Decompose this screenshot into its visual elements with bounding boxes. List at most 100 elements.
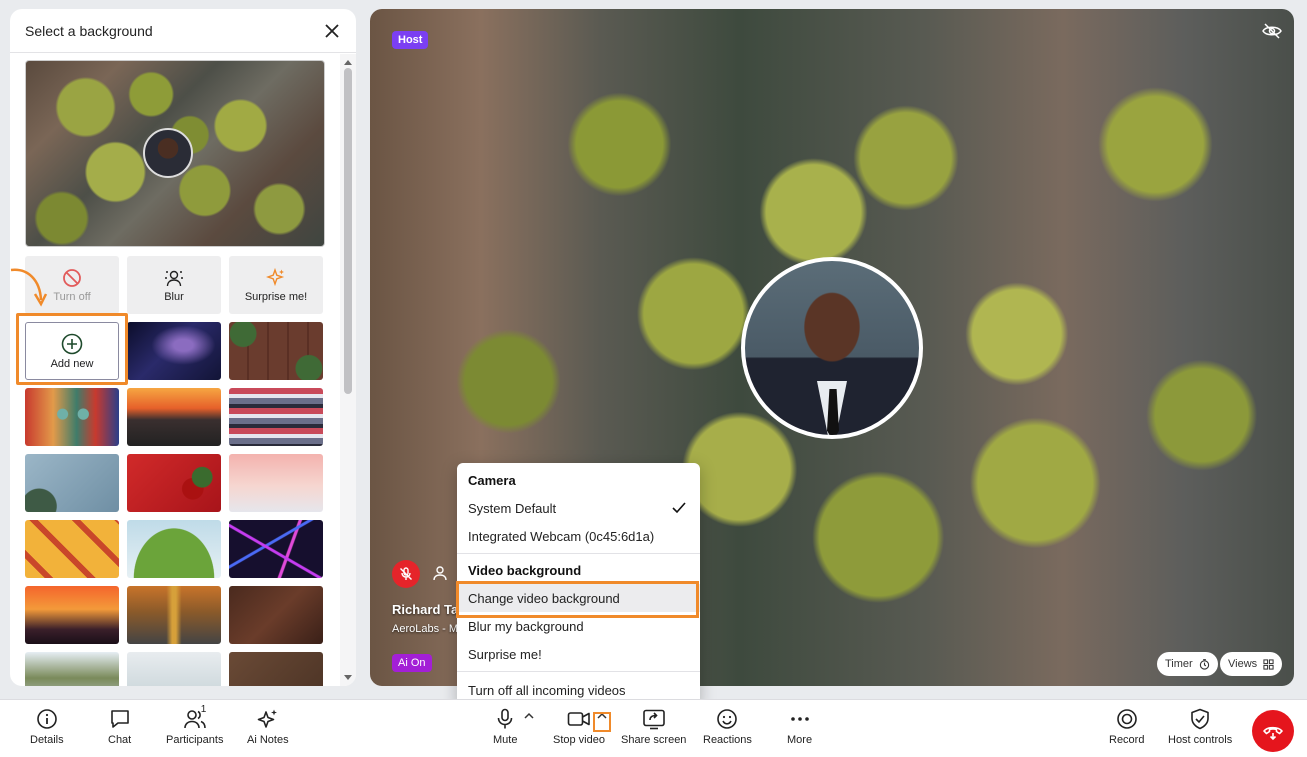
chat-label: Chat [108,734,132,746]
menu-divider [457,553,700,554]
camera-integrated-webcam-label: Integrated Webcam (0c45:6d1a) [468,528,655,544]
hide-self-view-button[interactable] [1262,23,1282,44]
eye-off-icon [1262,23,1282,39]
autumn-road-thumbnail[interactable] [127,586,221,644]
chat-button[interactable]: Chat [108,708,131,746]
smiley-icon [717,709,738,729]
annotation-arrow [10,268,48,307]
camera-section-title: Camera [468,473,516,488]
graffiti-face-thumbnail[interactable] [25,388,119,446]
reactions-label: Reactions [703,734,752,746]
blur-label: Blur [164,290,184,303]
palm-sunset-thumbnail[interactable] [25,586,119,644]
ai-badge: Ai On [392,654,432,672]
snow-trees-thumbnail[interactable] [127,652,221,686]
host-controls-label: Host controls [1168,734,1233,746]
share-screen-label: Share screen [621,734,687,746]
info-icon [37,709,57,729]
stop-video-label: Stop video [553,734,605,746]
share-screen-button[interactable]: Share screen [621,708,686,746]
pink-snow-thumbnail[interactable] [229,454,323,512]
views-label: Views [1228,658,1258,670]
preview-avatar [143,128,193,178]
mute-button[interactable]: Mute [493,708,517,746]
person-icon [432,565,448,586]
frosted-thumbnail[interactable] [25,454,119,512]
more-label: More [787,734,813,746]
sparkle-icon [266,267,285,286]
audio-options-caret[interactable] [524,712,534,723]
reactions-button[interactable]: Reactions [703,708,752,746]
menu-divider [457,671,700,672]
ai-notes-label: Ai Notes [247,734,289,746]
turn-off-incoming-videos-label: Turn off all incoming videos [468,682,626,698]
background-preview [25,60,325,247]
neon-lines-thumbnail[interactable] [229,520,323,578]
timer-button[interactable]: Timer [1157,652,1218,676]
meeting-toolbar: Details Chat 1 Participants Ai Notes Mut… [0,699,1307,757]
panel-header: Select a background [10,9,356,53]
shield-check-icon [1191,708,1209,730]
host-badge: Host [392,31,429,49]
galaxy-thumbnail[interactable] [127,322,221,380]
participants-button[interactable]: 1 Participants [166,704,224,746]
details-button[interactable]: Details [30,708,64,746]
muted-indicator [392,560,420,588]
wood-thumbnail[interactable] [229,322,323,380]
participants-label: Participants [166,734,224,746]
record-label: Record [1109,734,1145,746]
participants-count: 1 [200,704,207,715]
mic-off-icon [400,567,412,580]
participant-avatar [741,257,923,439]
checkmark-icon [672,502,686,514]
details-label: Details [30,734,64,746]
add-new-highlight [16,313,128,385]
record-button[interactable]: Record [1109,708,1144,746]
panel-scrollbar[interactable] [340,54,356,686]
red-berries-thumbnail[interactable] [127,454,221,512]
ai-notes-button[interactable]: Ai Notes [247,708,289,746]
close-button[interactable] [320,19,344,43]
camera-system-default-label: System Default [468,500,557,516]
dark-wood-thumbnail[interactable] [229,586,323,644]
end-call-button[interactable] [1252,710,1294,752]
grid-icon [1263,658,1274,670]
sparkle-icon [257,709,277,728]
surprise-tile[interactable]: Surprise me! [229,256,323,314]
green-hill-thumbnail[interactable] [127,520,221,578]
scroll-thumb[interactable] [344,68,352,394]
chat-icon [110,710,129,728]
lake-thumbnail[interactable] [25,652,119,686]
scroll-down-icon[interactable] [344,675,352,680]
record-icon [1116,709,1137,729]
blur-my-background-label: Blur my background [468,618,584,634]
camera-integrated-webcam[interactable]: Integrated Webcam (0c45:6d1a) [457,522,700,550]
host-controls-button[interactable]: Host controls [1168,708,1232,746]
chevron-up-icon [524,712,534,719]
change-background-highlight [456,581,699,618]
surprise-me-item[interactable]: Surprise me! [457,640,700,668]
camera-system-default[interactable]: System Default [457,494,700,522]
more-dots-icon [790,717,809,721]
participant-company: AeroLabs - M [392,623,459,635]
microphone-icon [497,708,513,729]
ban-icon [63,268,81,287]
mute-label: Mute [493,734,518,746]
video-background-section-title: Video background [468,563,582,578]
video-caret-highlight [593,712,611,732]
hang-up-icon [1263,726,1283,741]
panel-title: Select a background [25,22,153,39]
surprise-label: Surprise me! [244,290,308,303]
blur-person-icon [165,270,183,286]
more-button[interactable]: More [787,708,812,746]
graffiti-wall-thumbnail[interactable] [229,388,323,446]
blur-tile[interactable]: Blur [127,256,221,314]
participant-name: Richard Tay [392,602,466,617]
video-camera-icon [567,712,590,726]
brown-panel-thumbnail[interactable] [229,652,323,686]
close-icon [325,23,339,38]
hot-dogs-thumbnail[interactable] [25,520,119,578]
scroll-up-icon[interactable] [344,60,352,65]
sunset-thumbnail[interactable] [127,388,221,446]
views-button[interactable]: Views [1220,652,1283,676]
